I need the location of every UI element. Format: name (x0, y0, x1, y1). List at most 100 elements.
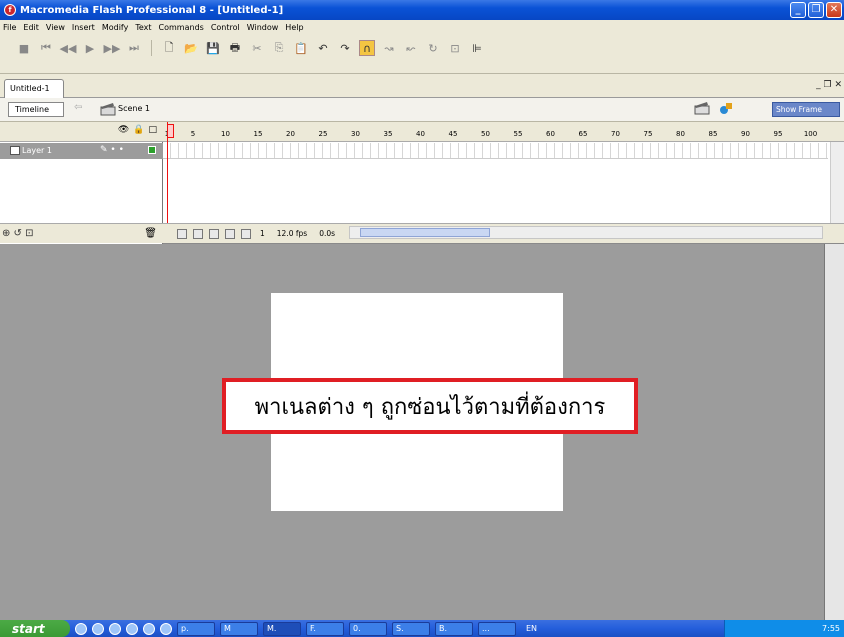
frame-ruler[interactable]: 1510152025303540455055606570758085909510… (163, 122, 844, 142)
language-indicator[interactable]: EN (526, 624, 537, 633)
paste-icon[interactable]: 📋 (293, 40, 309, 56)
document-tab[interactable]: Untitled-1 (4, 79, 64, 98)
quicklaunch-icon[interactable] (126, 622, 138, 635)
taskbar-item[interactable]: F. (306, 621, 344, 636)
ruler-label: 65 (578, 130, 588, 138)
quicklaunch-icon[interactable] (92, 622, 104, 635)
stop-icon[interactable]: ■ (16, 40, 32, 56)
minimize-button[interactable]: _ (790, 2, 806, 18)
rotate-icon[interactable]: ↻ (425, 40, 441, 56)
new-file-icon[interactable]: 🗋 (161, 40, 177, 56)
taskbar-item[interactable]: p. (177, 621, 215, 636)
timeline-horizontal-scrollbar[interactable] (349, 226, 823, 239)
modify-onion-markers-icon[interactable] (241, 228, 251, 239)
print-icon[interactable]: 🖶 (227, 40, 243, 56)
layer-row[interactable]: Layer 1 ✎ • • (0, 143, 163, 159)
lock-icon[interactable]: 🔒 (133, 125, 144, 135)
taskbar-item[interactable]: 0. (349, 621, 387, 636)
copy-icon[interactable]: ⎘ (271, 40, 287, 56)
start-button[interactable]: start (0, 620, 70, 637)
pencil-icon: ✎ • • (100, 145, 124, 155)
taskbar-item[interactable]: B. (435, 621, 473, 636)
clock[interactable]: 7:55 (822, 624, 840, 633)
add-layer-icon[interactable]: ⊕ ↺ ⊡ (2, 228, 34, 239)
menu-help[interactable]: Help (285, 23, 303, 32)
menu-view[interactable]: View (46, 23, 65, 32)
outline-icon[interactable]: □ (148, 125, 157, 135)
ruler-label: 75 (643, 130, 653, 138)
ruler-label: 95 (773, 130, 783, 138)
open-folder-icon[interactable]: 📂 (183, 40, 199, 56)
layer-outline-color[interactable] (148, 146, 156, 154)
straighten-icon[interactable]: ↜ (403, 40, 419, 56)
menu-edit[interactable]: Edit (23, 23, 39, 32)
edit-multiple-frames-icon[interactable] (225, 228, 235, 239)
document-window-controls[interactable]: _ ❐ ✕ (816, 80, 842, 90)
step-back-icon[interactable]: ◀◀ (60, 40, 77, 56)
edit-scene-icon[interactable] (694, 101, 710, 115)
undo-icon[interactable]: ↶ (315, 40, 331, 56)
ruler-label: 25 (318, 130, 328, 138)
eye-icon[interactable]: 👁 (118, 125, 129, 135)
menu-text[interactable]: Text (135, 23, 151, 32)
timeline-toggle-button[interactable]: Timeline (8, 102, 64, 117)
ruler-label: 20 (286, 130, 295, 138)
redo-icon[interactable]: ↷ (337, 40, 353, 56)
quicklaunch-icon[interactable] (109, 622, 121, 635)
rewind-icon[interactable]: ⏮ (38, 40, 54, 56)
menu-file[interactable]: File (3, 23, 16, 32)
menu-insert[interactable]: Insert (72, 23, 95, 32)
layer-list: 👁 🔒 □ Layer 1 ✎ • • ⊕ ↺ ⊡ 🗑 (0, 122, 163, 244)
quicklaunch-icon[interactable] (75, 622, 87, 635)
step-forward-icon[interactable]: ▶▶ (104, 40, 121, 56)
menu-commands[interactable]: Commands (159, 23, 204, 32)
smooth-icon[interactable]: ↝ (381, 40, 397, 56)
ruler-label: 35 (383, 130, 393, 138)
layer-controls: ⊕ ↺ ⊡ 🗑 (0, 223, 163, 243)
quicklaunch-icon[interactable] (160, 622, 172, 635)
ruler-label: 50 (481, 130, 490, 138)
menu-bar: File Edit View Insert Modify Text Comman… (0, 20, 844, 34)
ruler-label: 85 (708, 130, 718, 138)
close-button[interactable]: ✕ (826, 2, 842, 18)
window-title: Macromedia Flash Professional 8 - [Untit… (20, 4, 284, 16)
document-tab-strip: Untitled-1 _ ❐ ✕ (0, 74, 844, 98)
cut-icon[interactable]: ✂ (249, 40, 265, 56)
back-arrow-icon[interactable]: ⇦ (74, 102, 82, 113)
onion-skin-outlines-icon[interactable] (209, 228, 219, 239)
scale-icon[interactable]: ⊡ (447, 40, 463, 56)
snap-magnet-icon[interactable]: ∩ (359, 40, 375, 56)
go-to-end-icon[interactable]: ⏭ (126, 40, 142, 56)
frame-cells-row[interactable] (163, 143, 828, 159)
menu-modify[interactable]: Modify (102, 23, 129, 32)
menu-window[interactable]: Window (247, 23, 279, 32)
ruler-label: 5 (190, 130, 196, 138)
elapsed-time: 0.0s (319, 229, 336, 238)
edit-symbols-icon[interactable] (718, 101, 734, 115)
zoom-dropdown[interactable]: Show Frame (772, 102, 840, 117)
maximize-button[interactable]: ❐ (808, 2, 824, 18)
quicklaunch-icon[interactable] (143, 622, 155, 635)
frame-rate[interactable]: 12.0 fps (274, 229, 310, 238)
layer-name: Layer 1 (22, 146, 52, 155)
taskbar-item[interactable]: ... (478, 621, 516, 636)
flash-app-icon: f (4, 4, 16, 16)
playhead[interactable] (167, 122, 174, 223)
stage-vertical-scrollbar[interactable] (824, 244, 844, 620)
window-titlebar[interactable]: f Macromedia Flash Professional 8 - [Unt… (0, 0, 844, 20)
align-icon[interactable]: ⊫ (469, 40, 485, 56)
taskbar-item[interactable]: M (220, 621, 258, 636)
frame-area: 1510152025303540455055606570758085909510… (163, 122, 844, 244)
onion-skin-icon[interactable] (193, 228, 203, 239)
trash-icon[interactable]: 🗑 (144, 228, 157, 239)
center-frame-icon[interactable] (177, 228, 187, 239)
ruler-label: 10 (221, 130, 230, 138)
timeline-vertical-scrollbar[interactable] (830, 142, 844, 223)
ruler-label: 40 (416, 130, 425, 138)
menu-control[interactable]: Control (211, 23, 240, 32)
windows-taskbar: start p. M M. F. 0. S. B. ... EN 7:55 (0, 620, 844, 637)
save-icon[interactable]: 💾 (205, 40, 221, 56)
taskbar-item[interactable]: M. (263, 621, 301, 636)
play-icon[interactable]: ▶ (82, 40, 98, 56)
taskbar-item[interactable]: S. (392, 621, 430, 636)
